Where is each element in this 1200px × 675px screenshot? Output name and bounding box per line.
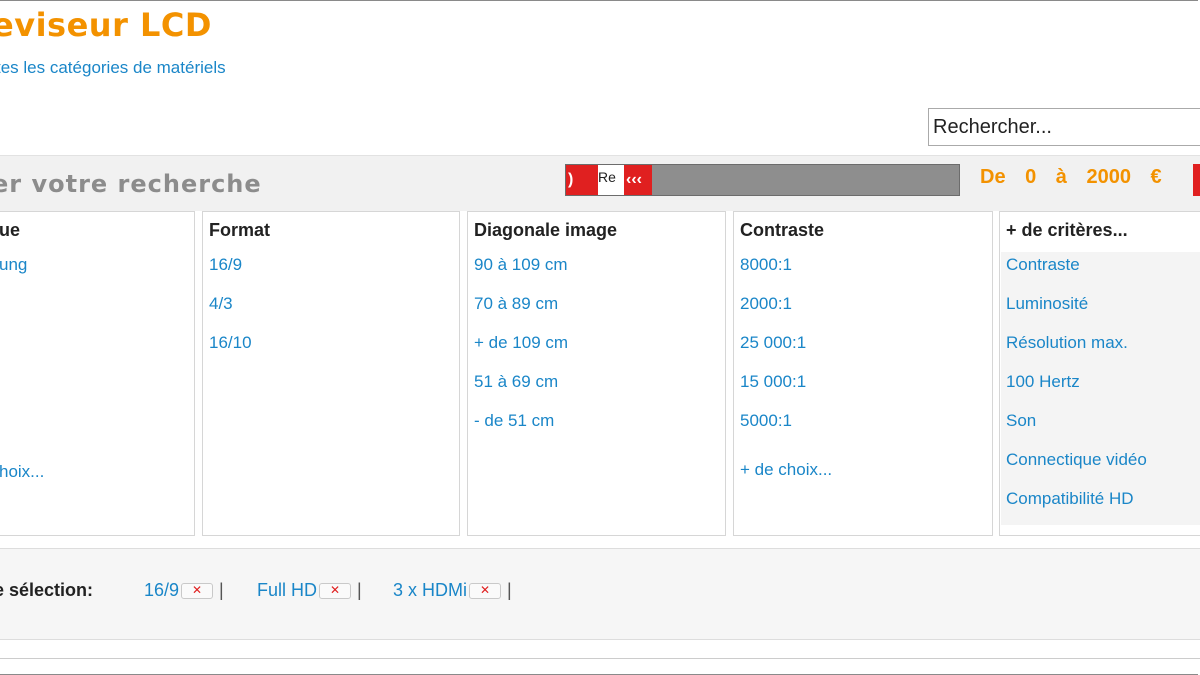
refine-search-label: er votre recherche [0,170,262,198]
filter-link[interactable]: + de 109 cm [474,330,568,369]
filter-link[interactable]: ung [0,252,27,291]
price-range-text: De 0 à 2000 € [980,166,1162,188]
filter-column-more-criteria: + de critères... Contraste Luminosité Ré… [999,211,1200,536]
selection-label: e sélection: [0,580,94,600]
page-title: eviseur LCD [0,6,212,44]
selection-chip-label[interactable]: 16/9 [144,580,179,600]
selection-chip: 16/9 ✕ | [144,580,224,601]
filter-link[interactable]: - de 51 cm [474,408,568,447]
filter-link[interactable]: 2000:1 [740,291,806,330]
filter-column-diagonal: Diagonale image 90 à 109 cm 70 à 89 cm +… [467,211,726,536]
filter-link[interactable]: 8000:1 [740,252,806,291]
column-heading: Contraste [740,220,825,240]
more-choices-link[interactable]: hoix... [0,462,44,482]
column-heading: + de critères... [1006,220,1128,240]
criteria-link[interactable]: Compatibilité HD [1001,486,1200,525]
separator: | [219,580,224,600]
filter-link[interactable]: 25 000:1 [740,330,806,369]
criteria-link[interactable]: Luminosité [1001,291,1200,330]
filter-link[interactable]: 4/3 [209,291,252,330]
remove-icon[interactable]: ✕ [319,583,352,600]
bottom-divider [0,658,1200,659]
criteria-link[interactable]: 100 Hertz [1001,369,1200,408]
price-max-handle[interactable]: ‹‹‹ [626,171,642,189]
criteria-link[interactable]: Son [1001,408,1200,447]
selection-chip: Full HD ✕ | [257,580,362,601]
separator: | [357,580,362,600]
filter-link[interactable]: 5000:1 [740,408,806,447]
more-choices-link[interactable]: + de choix... [740,460,832,480]
all-categories-link[interactable]: tes les catégories de matériels [0,58,226,78]
column-heading: Format [209,220,271,240]
filter-link[interactable]: 70 à 89 cm [474,291,568,330]
filter-link[interactable]: 16/10 [209,330,252,369]
filter-link[interactable]: 51 à 69 cm [474,369,568,408]
filter-link[interactable]: 90 à 109 cm [474,252,568,291]
search-input[interactable] [928,108,1200,146]
selection-chip-label[interactable]: 3 x HDMi [393,580,467,600]
filter-column-format: Format 16/9 4/3 16/10 [202,211,460,536]
remove-icon[interactable]: ✕ [181,583,214,600]
column-heading: Diagonale image [474,220,618,240]
column-heading: ue [0,220,21,240]
criteria-link[interactable]: Contraste [1001,252,1200,291]
price-slider-tooltip: Re [598,165,624,195]
price-slider[interactable]: ) Re ‹‹‹ [565,164,960,196]
price-min-handle[interactable]: ) [568,171,573,189]
selection-chip-label[interactable]: Full HD [257,580,317,600]
price-right-handle[interactable] [1193,164,1200,196]
criteria-link[interactable]: Résolution max. [1001,330,1200,369]
filter-link[interactable]: 15 000:1 [740,369,806,408]
criteria-link[interactable]: Connectique vidéo [1001,447,1200,486]
filter-link[interactable]: 16/9 [209,252,252,291]
remove-icon[interactable]: ✕ [469,583,502,600]
selection-chip: 3 x HDMi ✕ | [393,580,512,601]
filter-column-brand: ue ung hoix... [0,211,195,536]
filter-column-contrast: Contraste 8000:1 2000:1 25 000:1 15 000:… [733,211,993,536]
separator: | [507,580,512,600]
